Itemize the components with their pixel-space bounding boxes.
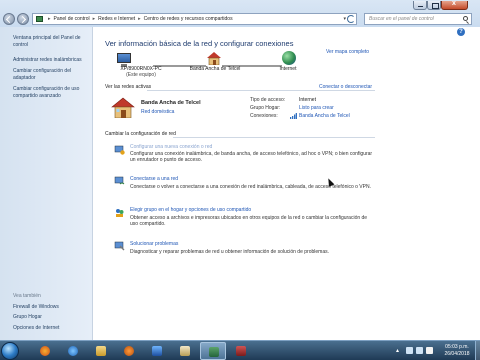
connect-network-icon [114,176,125,185]
taskbar-control-panel[interactable] [200,342,226,360]
sidebar-item-internet-options[interactable]: Opciones de Internet [13,325,91,332]
close-button[interactable] [441,0,468,10]
new-connection-icon [114,145,125,155]
sidebar-item-firewall[interactable]: Firewall de Windows [13,304,91,311]
connection-link[interactable]: Banda Ancha de Telcel [299,113,350,119]
sidebar-item-manage-wireless[interactable]: Administrar redes inalámbricas [13,57,91,64]
breadcrumb-network-internet[interactable]: Redes e Internet [98,16,135,22]
globe-icon [282,51,296,65]
signal-bars-icon [290,113,297,119]
media-icon [124,346,134,356]
breadcrumb-control-panel[interactable]: Panel de control [54,16,90,22]
network-type-link[interactable]: Red doméstica [141,109,174,115]
access-type-value: Internet [299,97,316,103]
search-placeholder: Buscar en el panel de control [369,16,434,22]
chevron-down-icon[interactable]: ▾ [343,16,346,22]
taskbar-firefox[interactable] [32,342,58,360]
access-type-label: Tipo de acceso: [250,97,286,103]
system-tray: ▴ [396,346,436,356]
player-icon [152,346,162,356]
full-map-link[interactable]: Ver mapa completo [326,49,369,55]
computer-icon [117,53,131,67]
house-icon [207,52,221,65]
connections-label: Conexiones: [250,113,278,119]
forward-button[interactable] [17,13,29,25]
taskbar-internet-explorer[interactable] [60,342,86,360]
taskbar-app[interactable] [228,342,254,360]
divider [173,137,375,138]
taskbar-media-center[interactable] [116,342,142,360]
firefox-icon [40,346,50,356]
sidebar-item-adapter-settings[interactable]: Cambiar configuración del adaptador [13,68,91,81]
task-homegroup-desc: Obtener acceso a archivos e impresoras u… [130,215,368,228]
control-panel-icon [209,347,219,357]
internet-explorer-icon [68,346,78,356]
homegroup-icon [116,209,124,217]
network-tray-icon[interactable] [406,347,413,354]
taskbar-explorer[interactable] [88,342,114,360]
troubleshoot-icon [114,241,125,251]
taskbar-media-player[interactable] [144,342,170,360]
house-icon [111,97,135,118]
active-networks-heading: Ver las redes activas [105,84,152,90]
task-troubleshoot-desc: Diagnosticar y reparar problemas de red … [130,249,329,255]
show-desktop-button[interactable] [475,341,480,360]
page-title: Ver información básica de la red y confi… [105,39,294,48]
sidebar-item-control-panel-home[interactable]: Ventana principal del Panel de control [13,35,91,48]
task-new-connection-link[interactable]: Configurar una nueva conexión o red [130,144,212,150]
control-panel-icon [36,16,43,22]
see-also-heading: Vea también [13,293,41,299]
taskbar-photo[interactable] [172,342,198,360]
sidebar: Ventana principal del Panel de control A… [0,27,93,340]
taskbar: ▴ 05:03 p.m. 26/04/2018 [0,340,480,360]
breadcrumb-network-center[interactable]: Centro de redes y recursos compartidos [144,16,233,22]
pc-sub: (Este equipo) [126,72,156,78]
sidebar-item-advanced-sharing[interactable]: Cambiar configuración de uso compartido … [13,86,91,99]
task-new-connection-desc: Configurar una conexión inalámbrica, de … [130,151,373,164]
volume-icon[interactable] [416,347,423,354]
folder-icon [96,346,106,356]
clock-date: 26/04/2018 [444,351,470,357]
start-button[interactable] [1,342,19,360]
minimize-button[interactable] [413,1,427,10]
map-node-pc: XP/8900RN0X-PC (Este equipo) [113,66,169,78]
sidebar-item-homegroup[interactable]: Grupo Hogar [13,314,91,321]
address-bar[interactable]: ▸ Panel de control ▸ Redes e Internet ▸ … [32,13,357,25]
search-input[interactable]: Buscar en el panel de control [364,13,472,25]
app-icon [236,346,246,356]
task-connect-network-link[interactable]: Conectarse a una red [130,176,178,182]
homegroup-label: Grupo Hogar: [250,105,281,111]
search-icon[interactable] [463,16,468,21]
maximize-button[interactable] [427,1,441,10]
action-center-icon[interactable] [426,347,433,354]
help-icon[interactable]: ? [457,28,465,36]
refresh-icon[interactable] [347,15,355,23]
task-connect-network-desc: Conectarse o volver a conectarse a una c… [130,184,371,190]
main-content: ? Ver información básica de la red y con… [93,27,480,340]
homegroup-link[interactable]: Listo para crear [299,105,334,111]
clock-time: 05:03 p.m. [445,344,469,350]
change-settings-heading: Cambiar la configuración de red [105,131,176,137]
photo-icon [180,346,190,356]
task-troubleshoot-link[interactable]: Solucionar problemas [130,241,178,247]
connect-disconnect-link[interactable]: Conectar o desconectar [319,84,372,90]
map-node-network: Banda Ancha de Telcel [189,66,241,72]
back-button[interactable] [3,13,15,25]
task-homegroup-link[interactable]: Elegir grupo en el hogar y opciones de u… [130,207,251,213]
tray-expand-icon[interactable]: ▴ [396,347,399,354]
clock[interactable]: 05:03 p.m. 26/04/2018 [439,344,475,358]
divider [147,90,375,91]
map-node-internet: Internet [279,66,297,72]
active-network-name: Banda Ancha de Telcel [141,100,201,106]
